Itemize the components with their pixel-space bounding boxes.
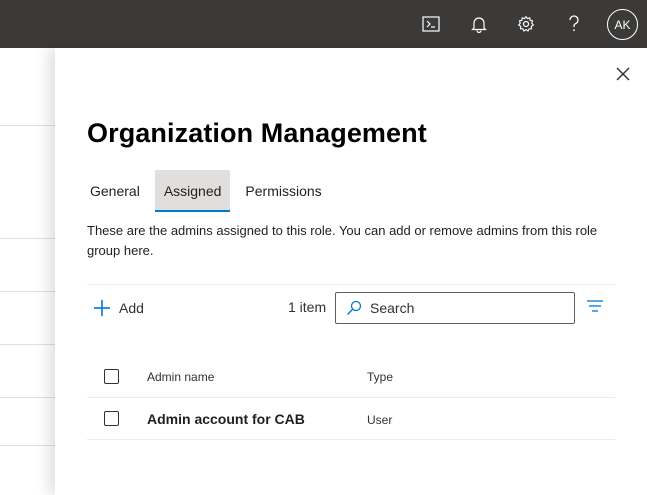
add-button[interactable]: Add (93, 296, 144, 320)
divider (0, 397, 60, 398)
column-header-admin-name[interactable]: Admin name (147, 370, 214, 384)
tab-bar: General Assigned Permissions (81, 170, 337, 212)
add-button-label: Add (119, 300, 144, 316)
admin-name-cell[interactable]: Admin account for CAB (147, 411, 305, 427)
search-input[interactable] (370, 300, 560, 316)
search-box[interactable] (335, 292, 575, 324)
plus-icon (94, 300, 110, 316)
page-title: Organization Management (87, 118, 427, 148)
row-checkbox[interactable] (104, 411, 119, 426)
divider (0, 344, 60, 345)
avatar[interactable]: AK (607, 9, 638, 40)
divider (0, 238, 60, 239)
top-bar: AK (0, 0, 647, 48)
close-icon[interactable] (614, 65, 632, 83)
role-details-panel: Organization Management General Assigned… (55, 48, 647, 495)
help-icon[interactable] (562, 12, 586, 36)
divider (0, 291, 60, 292)
select-all-checkbox[interactable] (104, 369, 119, 384)
divider (0, 125, 60, 126)
gear-icon[interactable] (514, 12, 538, 36)
divider (87, 284, 615, 285)
background-page (0, 48, 60, 495)
filter-icon[interactable] (586, 298, 604, 314)
item-count: 1 item (288, 299, 327, 315)
divider (0, 445, 60, 446)
column-header-type[interactable]: Type (367, 370, 393, 384)
search-icon (347, 300, 362, 315)
table-row[interactable]: Admin account for CAB User (87, 398, 615, 440)
bell-icon[interactable] (467, 12, 491, 36)
terminal-icon[interactable] (419, 12, 443, 36)
list-header: Admin name Type (87, 354, 615, 398)
tab-general[interactable]: General (81, 170, 149, 212)
tab-permissions[interactable]: Permissions (236, 170, 330, 212)
description-text: These are the admins assigned to this ro… (87, 223, 598, 258)
tab-assigned[interactable]: Assigned (154, 170, 231, 212)
admin-type-cell: User (367, 413, 393, 427)
